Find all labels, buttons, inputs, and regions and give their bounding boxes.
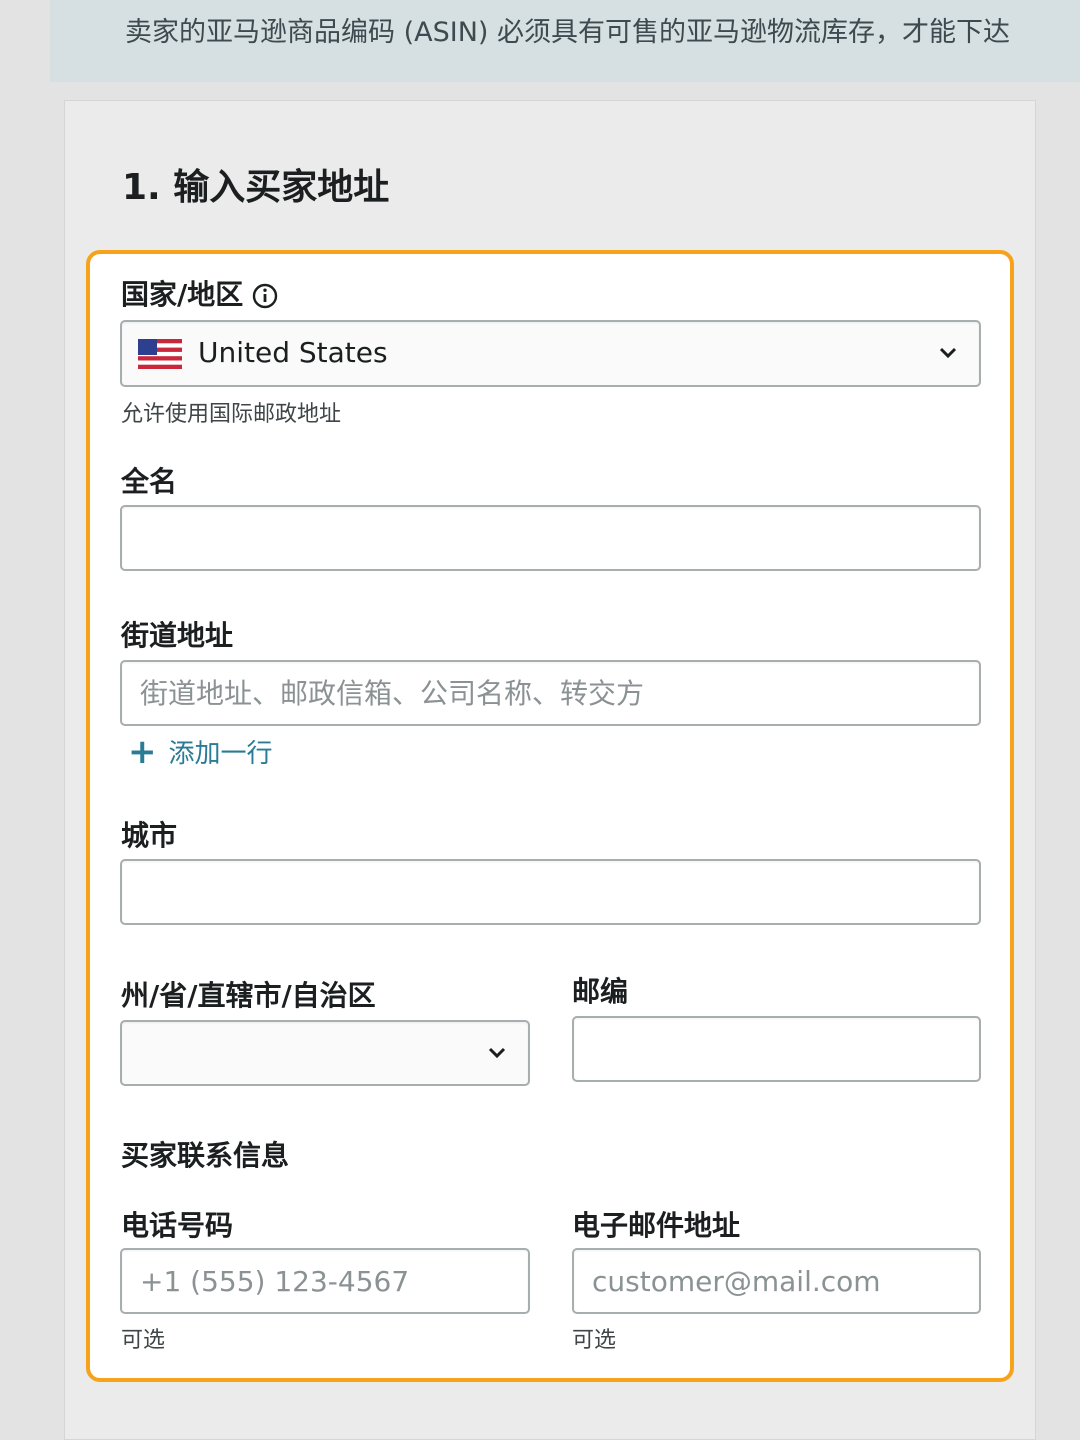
zip-label: 邮编 (572, 975, 629, 1008)
chevron-down-icon (939, 347, 957, 359)
zip-input[interactable] (574, 1018, 979, 1080)
us-flag-icon (138, 339, 182, 369)
city-input[interactable] (122, 861, 979, 923)
city-label: 城市 (121, 819, 178, 852)
full-name-field[interactable] (120, 505, 981, 571)
country-label: 国家/地区 (121, 273, 279, 313)
email-field[interactable] (572, 1248, 981, 1314)
country-select[interactable]: United States (120, 320, 981, 387)
state-select[interactable] (120, 1020, 530, 1086)
street-input[interactable] (122, 662, 979, 724)
full-name-input[interactable] (122, 507, 979, 569)
chevron-down-icon (488, 1047, 506, 1059)
country-hint: 允许使用国际邮政地址 (121, 402, 342, 427)
phone-field[interactable] (120, 1248, 530, 1314)
street-field[interactable] (120, 660, 981, 726)
zip-field[interactable] (572, 1016, 981, 1082)
email-label: 电子邮件地址 (572, 1209, 741, 1242)
section-title: 1. 输入买家地址 (122, 167, 390, 208)
notice-text: 卖家的亚马逊商品编码 (ASIN) 必须具有可售的亚马逊物流库存，才能下达 (125, 17, 1011, 48)
add-line-link[interactable]: + 添加一行 (128, 733, 273, 770)
state-label: 州/省/直辖市/自治区 (121, 979, 376, 1012)
notice-banner: 卖家的亚马逊商品编码 (ASIN) 必须具有可售的亚马逊物流库存，才能下达 (50, 0, 1080, 82)
phone-input[interactable] (122, 1250, 528, 1312)
email-input[interactable] (574, 1250, 979, 1312)
contact-heading: 买家联系信息 (121, 1139, 290, 1172)
full-name-label: 全名 (121, 465, 178, 498)
info-icon[interactable] (251, 282, 279, 310)
phone-label: 电话号码 (121, 1209, 234, 1242)
street-label: 街道地址 (121, 619, 234, 652)
phone-hint: 可选 (121, 1328, 166, 1353)
country-label-text: 国家/地区 (121, 278, 244, 311)
city-field[interactable] (120, 859, 981, 925)
email-hint: 可选 (572, 1328, 617, 1353)
plus-icon: + (128, 731, 157, 772)
add-line-text: 添加一行 (168, 739, 273, 769)
country-value: United States (198, 336, 388, 369)
